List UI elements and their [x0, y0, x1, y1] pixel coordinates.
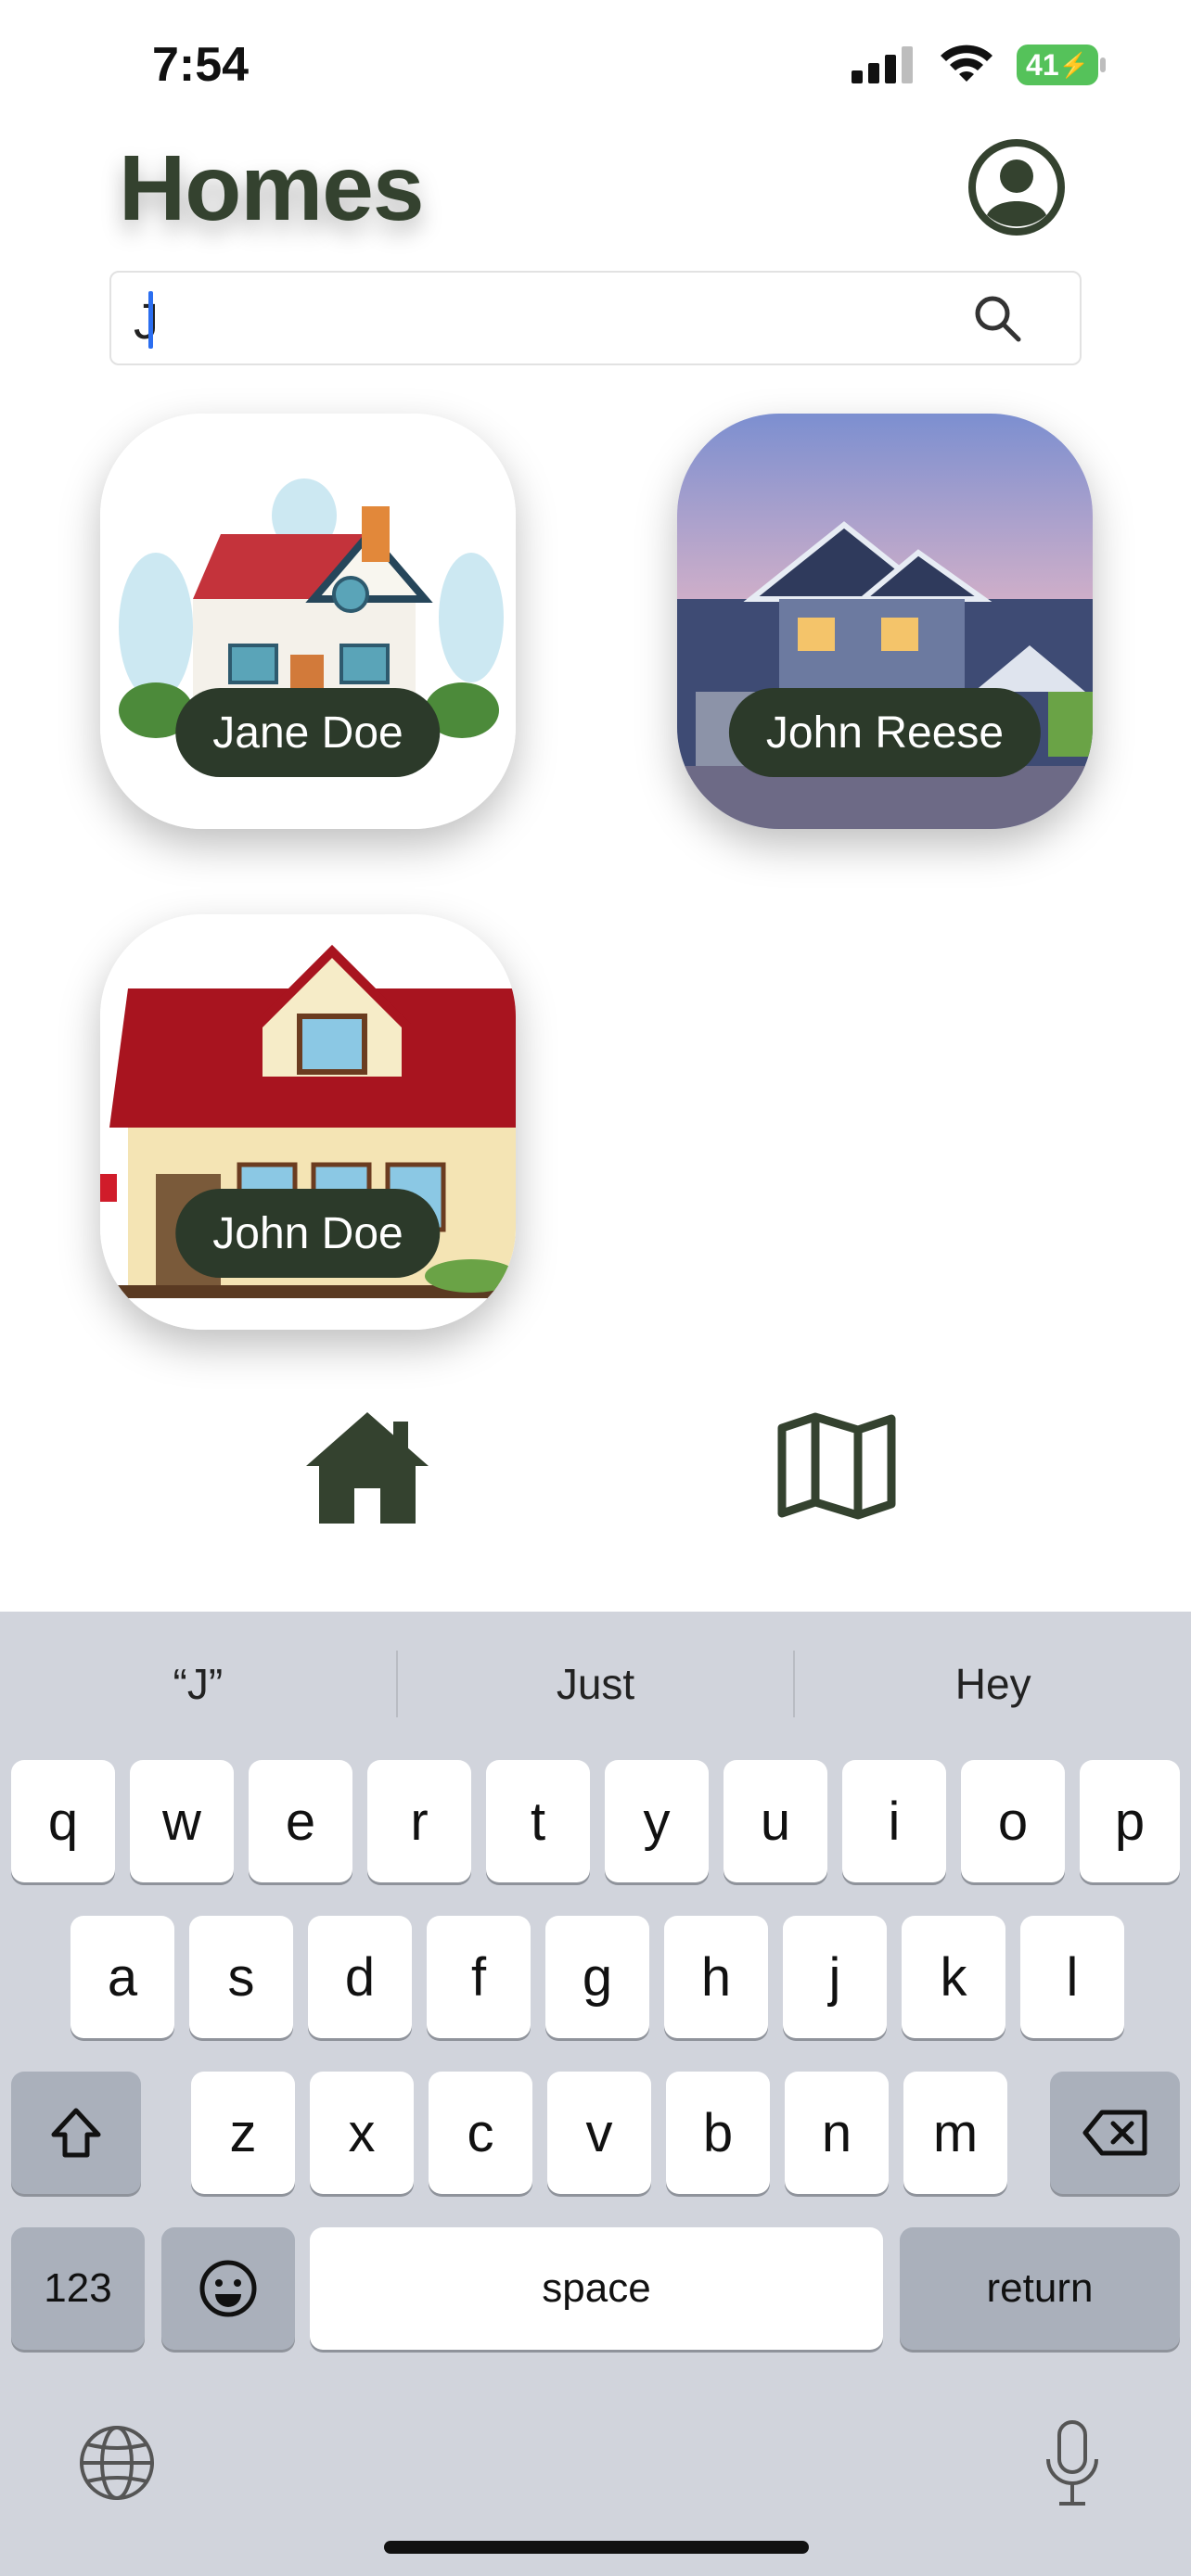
key-g[interactable]: g: [545, 1916, 649, 2038]
suggestion-item[interactable]: “J”: [0, 1659, 396, 1709]
emoji-key[interactable]: [161, 2227, 295, 2350]
suggestion-bar: “J” Just Hey: [0, 1612, 1191, 1756]
home-name-label: John Doe: [175, 1189, 441, 1278]
key-o[interactable]: o: [961, 1760, 1065, 1882]
key-b[interactable]: b: [666, 2072, 770, 2194]
battery-icon: 41 ⚡: [1017, 45, 1106, 85]
microphone-icon[interactable]: [1043, 2418, 1102, 2507]
cellular-signal-icon: [852, 46, 913, 83]
status-time: 7:54: [152, 38, 250, 92]
status-icons: 41 ⚡: [852, 45, 1106, 85]
tab-map[interactable]: [772, 1406, 902, 1526]
home-card-john-doe[interactable]: John Doe: [100, 914, 516, 1330]
key-d[interactable]: d: [308, 1916, 412, 2038]
emoji-icon: [199, 2260, 257, 2317]
key-h[interactable]: h: [664, 1916, 768, 2038]
battery-level: 41: [1026, 47, 1059, 82]
home-card-john-reese[interactable]: John Reese: [677, 414, 1093, 829]
tab-homes[interactable]: [302, 1406, 432, 1526]
keyboard: “J” Just Hey q w e r t y u i o p a s d f…: [0, 1612, 1191, 2576]
key-s[interactable]: s: [189, 1916, 293, 2038]
search-icon[interactable]: [972, 293, 1024, 345]
key-l[interactable]: l: [1020, 1916, 1124, 2038]
key-w[interactable]: w: [130, 1760, 234, 1882]
globe-icon[interactable]: [78, 2424, 156, 2502]
page-title: Homes: [119, 136, 424, 240]
home-card-jane-doe[interactable]: Jane Doe: [100, 414, 516, 829]
key-q[interactable]: q: [11, 1760, 115, 1882]
key-u[interactable]: u: [724, 1760, 827, 1882]
home-indicator: [384, 2541, 809, 2554]
home-name-label: John Reese: [728, 688, 1042, 777]
key-t[interactable]: t: [486, 1760, 590, 1882]
key-i[interactable]: i: [842, 1760, 946, 1882]
numbers-key[interactable]: 123: [11, 2227, 145, 2350]
profile-icon[interactable]: [968, 139, 1065, 236]
suggestion-item[interactable]: Hey: [795, 1659, 1191, 1709]
text-caret: [148, 291, 153, 349]
key-r[interactable]: r: [367, 1760, 471, 1882]
wifi-icon: [941, 45, 992, 82]
space-key[interactable]: space: [310, 2227, 883, 2350]
delete-key[interactable]: [1050, 2072, 1180, 2194]
key-y[interactable]: y: [605, 1760, 709, 1882]
key-k[interactable]: k: [902, 1916, 1005, 2038]
key-c[interactable]: c: [429, 2072, 532, 2194]
house-icon: [306, 1412, 429, 1524]
key-x[interactable]: x: [310, 2072, 414, 2194]
key-j[interactable]: j: [783, 1916, 887, 2038]
key-m[interactable]: m: [903, 2072, 1007, 2194]
key-z[interactable]: z: [191, 2072, 295, 2194]
map-icon: [777, 1412, 896, 1520]
key-e[interactable]: e: [249, 1760, 352, 1882]
key-f[interactable]: f: [427, 1916, 531, 2038]
key-n[interactable]: n: [785, 2072, 889, 2194]
search-input[interactable]: J: [109, 271, 1082, 365]
search-input-value: J: [134, 294, 159, 350]
shift-icon: [51, 2108, 101, 2158]
home-name-label: Jane Doe: [175, 688, 441, 777]
return-key[interactable]: return: [900, 2227, 1180, 2350]
suggestion-item[interactable]: Just: [398, 1659, 794, 1709]
key-p[interactable]: p: [1080, 1760, 1180, 1882]
shift-key[interactable]: [11, 2072, 141, 2194]
key-a[interactable]: a: [70, 1916, 174, 2038]
key-v[interactable]: v: [547, 2072, 651, 2194]
backspace-icon: [1082, 2110, 1147, 2156]
